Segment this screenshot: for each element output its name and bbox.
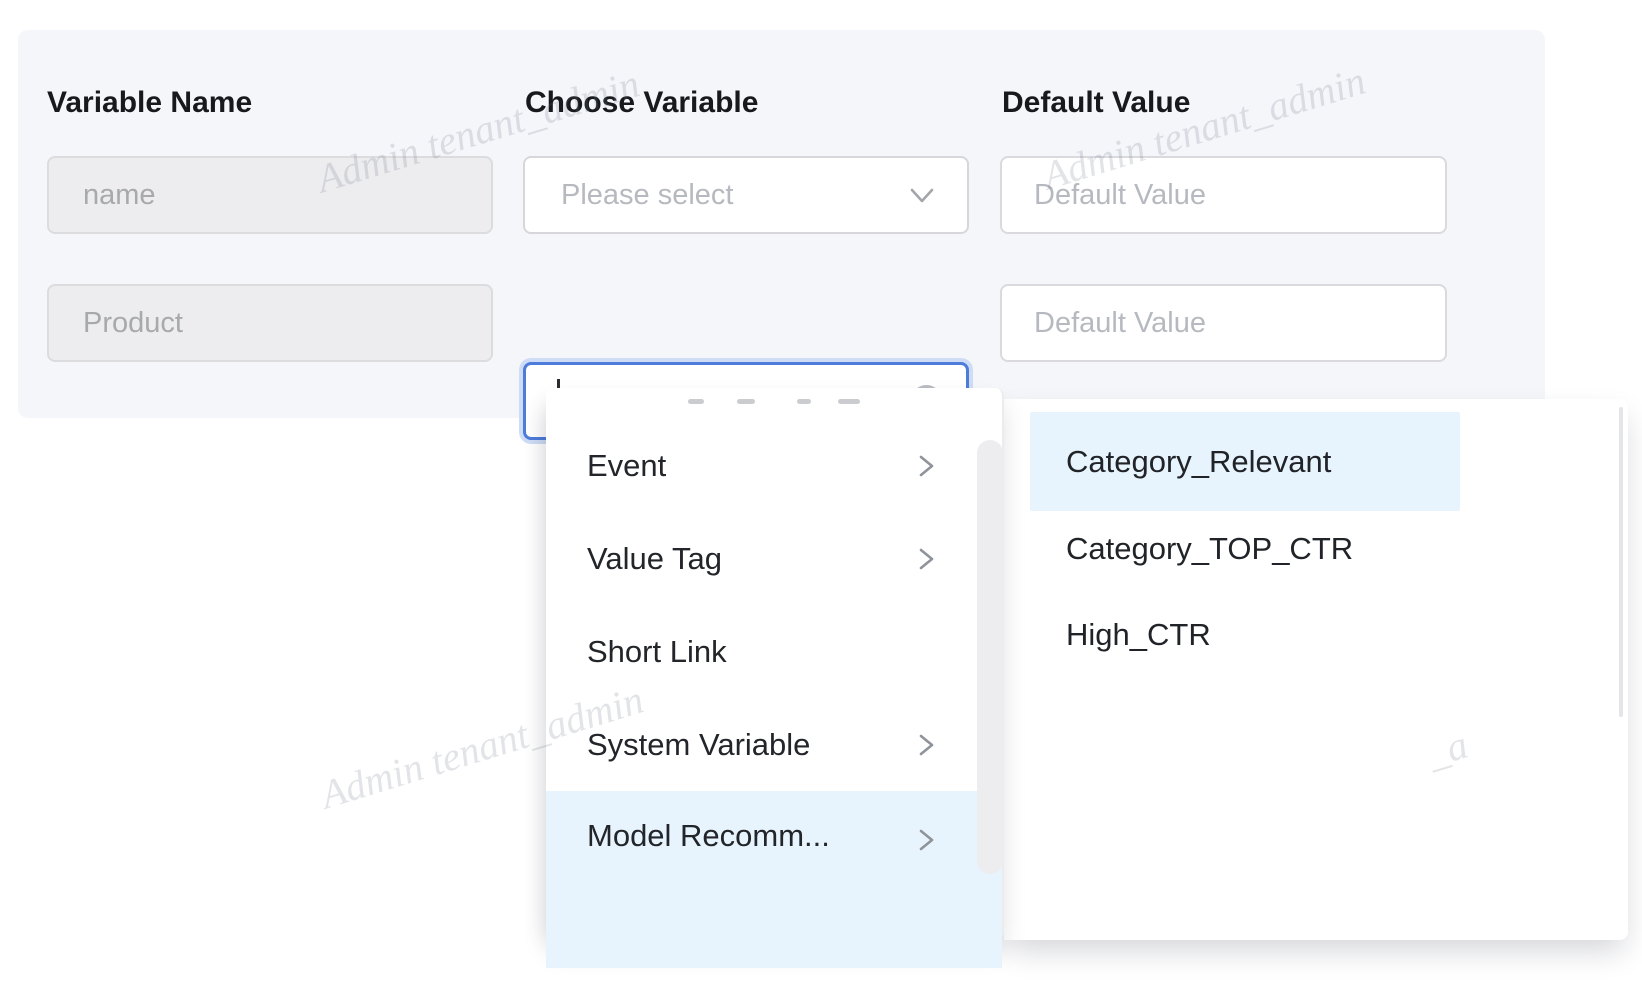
- column-header-variable-name: Variable Name: [47, 86, 252, 120]
- choose-variable-placeholder-row1: Please select: [525, 179, 734, 212]
- default-value-input-row2[interactable]: [1000, 284, 1447, 362]
- scrollbar-thumb[interactable]: [977, 440, 1003, 874]
- choose-variable-select-row1[interactable]: Please select: [523, 156, 969, 234]
- cascader-item-model-recommend[interactable]: Model Recomm...: [546, 791, 1002, 968]
- chevron-right-icon: [914, 452, 938, 480]
- page: Variable Name Choose Variable Default Va…: [0, 0, 1642, 996]
- scrollbar-thumb[interactable]: [1619, 407, 1623, 717]
- cascader-item-label: Model Recomm...: [587, 818, 830, 854]
- clipped-item-fragment: [688, 399, 704, 404]
- chevron-down-icon: [907, 180, 937, 210]
- cascader-item-event[interactable]: Event: [546, 419, 1002, 512]
- chevron-right-icon: [914, 731, 938, 759]
- cascader-item-label: Short Link: [587, 634, 727, 670]
- cascader-menu-right: Category_Relevant Category_TOP_CTR High_…: [1004, 399, 1628, 940]
- variable-name-input-row1[interactable]: name: [47, 156, 493, 234]
- clipped-item-fragment: [797, 399, 811, 404]
- cascader-option-label: Category_TOP_CTR: [1066, 531, 1353, 567]
- cascader-option-category-relevant[interactable]: Category_Relevant: [1030, 412, 1460, 511]
- chevron-right-icon: [914, 826, 938, 854]
- cascader-option-label: High_CTR: [1066, 617, 1211, 653]
- column-header-choose-variable: Choose Variable: [525, 86, 758, 120]
- cascader-option-label: Category_Relevant: [1066, 444, 1331, 480]
- cascader-item-label: System Variable: [587, 727, 810, 763]
- cascader-item-system-variable[interactable]: System Variable: [546, 698, 1002, 791]
- cascader-item-label: Event: [587, 448, 666, 484]
- variable-name-input-row2[interactable]: Product: [47, 284, 493, 362]
- cascader-item-short-link[interactable]: Short Link: [546, 605, 1002, 698]
- variable-name-value-row1: name: [49, 179, 156, 212]
- default-value-input-row1[interactable]: [1000, 156, 1447, 234]
- cascader-option-category-top-ctr[interactable]: Category_TOP_CTR: [1030, 511, 1460, 587]
- clipped-item-fragment: [838, 399, 860, 404]
- cascader-item-label: Value Tag: [587, 541, 722, 577]
- cascader-item-value-tag[interactable]: Value Tag: [546, 512, 1002, 605]
- variable-name-value-row2: Product: [49, 307, 183, 340]
- clipped-item-fragment: [737, 399, 755, 404]
- cascader-option-high-ctr[interactable]: High_CTR: [1030, 597, 1460, 673]
- cascader-menu-left: Event Value Tag Short Link System Variab…: [546, 388, 1004, 940]
- column-header-default-value: Default Value: [1002, 86, 1190, 120]
- chevron-right-icon: [914, 545, 938, 573]
